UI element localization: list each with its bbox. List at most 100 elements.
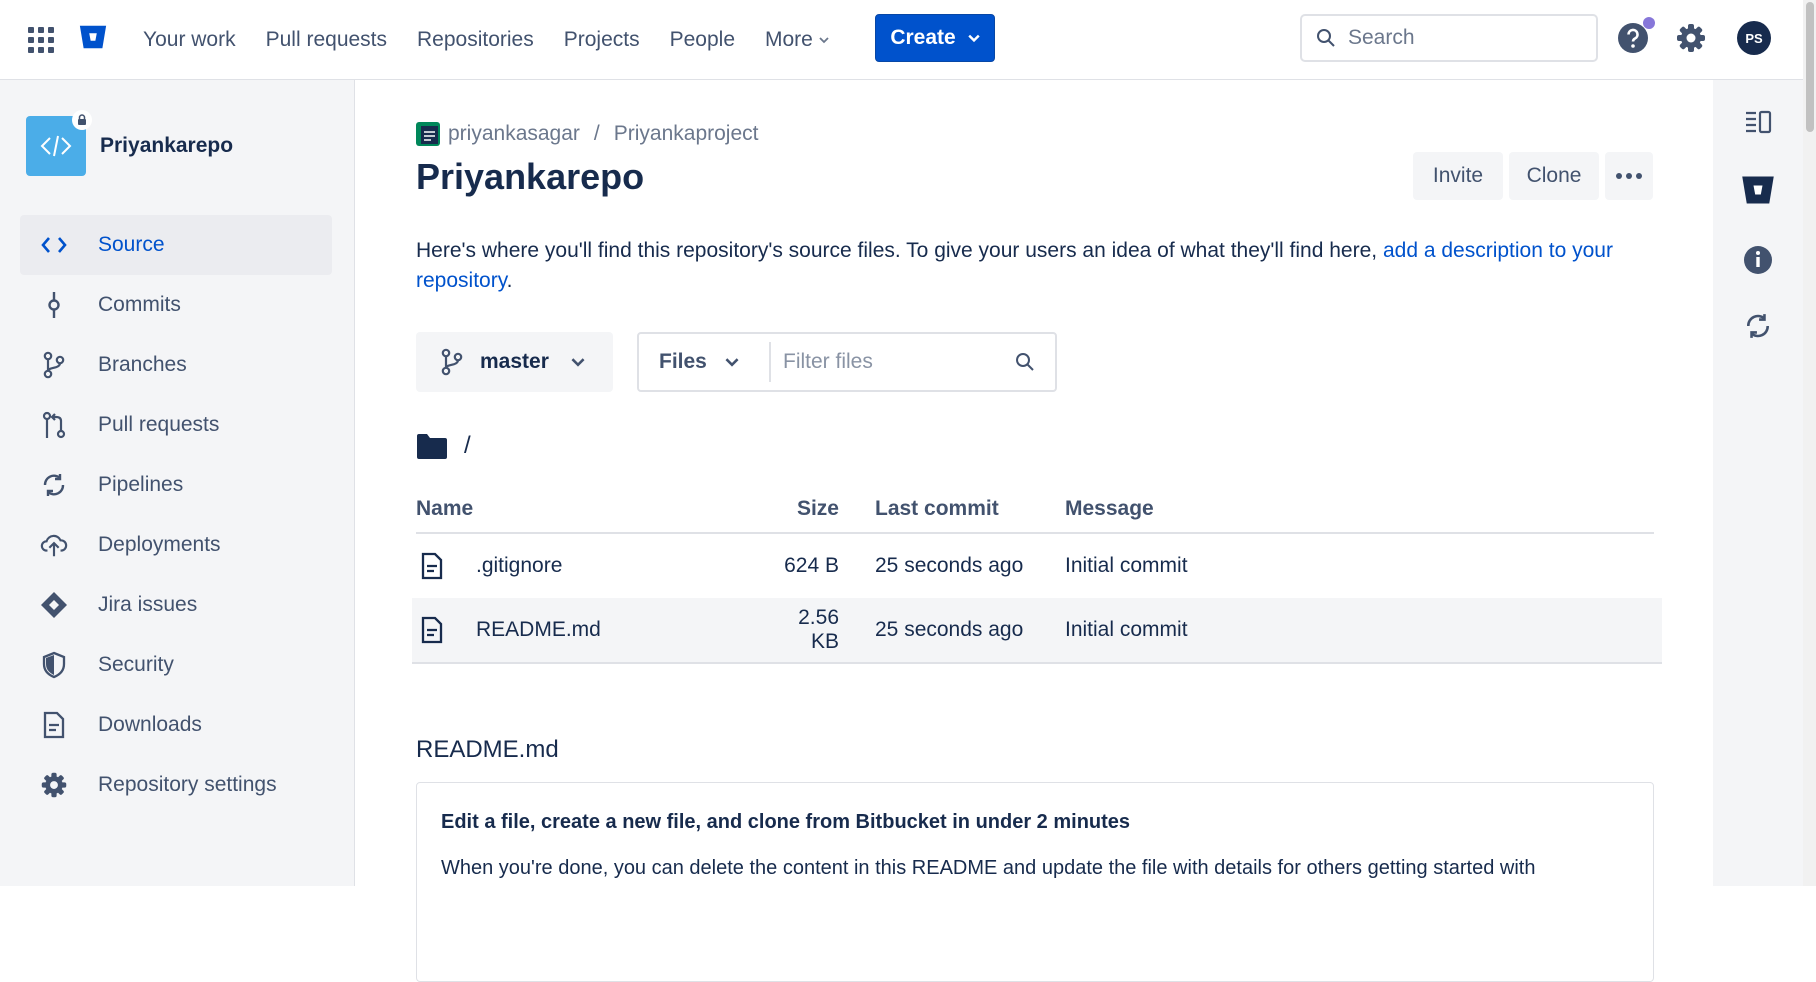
lock-icon [72, 110, 92, 130]
table-row[interactable]: .gitignore 624 B 25 seconds ago Initial … [416, 534, 1654, 598]
search-input[interactable]: Search [1300, 14, 1598, 62]
shield-icon [40, 651, 68, 679]
page-title: Priyankarepo [416, 156, 645, 197]
sidebar-item-label: Commits [98, 293, 181, 316]
sync-icon[interactable] [1742, 310, 1774, 342]
repo-avatar [26, 110, 92, 176]
jira-icon [40, 591, 68, 619]
header-name: Name [416, 497, 474, 520]
sidebar-toggle-icon[interactable] [1742, 106, 1774, 138]
filter-files-input[interactable] [781, 349, 1015, 375]
more-horizontal-icon [1616, 173, 1642, 179]
repo-name: Priyankarepo [100, 134, 234, 157]
file-name[interactable]: .gitignore [476, 554, 562, 578]
nav-more[interactable]: More [750, 20, 844, 60]
nav-your-work[interactable]: Your work [128, 20, 251, 60]
app-switcher-icon[interactable] [28, 27, 54, 53]
sidebar-item-security[interactable]: Security [20, 635, 332, 695]
search-icon[interactable] [1015, 352, 1035, 372]
bitbucket-icon[interactable] [1738, 170, 1778, 210]
code-icon [40, 231, 68, 259]
file-size: 624 B [784, 554, 839, 577]
sidebar-item-pipelines[interactable]: Pipelines [20, 455, 332, 515]
info-icon[interactable] [1742, 244, 1774, 276]
file-filter: Files [637, 332, 1057, 392]
chevron-down-icon [571, 358, 585, 367]
description-text: Here's where you'll find this repository… [416, 239, 1383, 262]
page-scrollbar[interactable] [1803, 0, 1816, 886]
sidebar-item-pull-requests[interactable]: Pull requests [20, 395, 332, 455]
files-dropdown-label: Files [659, 350, 707, 373]
pipelines-icon [40, 471, 68, 499]
header-message: Message [1065, 497, 1154, 520]
search-placeholder: Search [1348, 26, 1415, 49]
sidebar-item-jira-issues[interactable]: Jira issues [20, 575, 332, 635]
create-button[interactable]: Create [875, 14, 995, 62]
document-icon [40, 711, 68, 739]
branch-name: master [480, 350, 549, 373]
current-path: / [416, 432, 471, 460]
sidebar-item-label: Pull requests [98, 413, 220, 436]
branch-icon [40, 351, 68, 379]
table-row[interactable]: README.md 2.56 KB 25 seconds ago Initial… [412, 598, 1662, 664]
sidebar-item-source[interactable]: Source [20, 215, 332, 275]
settings-gear-icon[interactable] [1675, 22, 1707, 54]
files-dropdown[interactable]: Files [639, 342, 771, 382]
cloud-upload-icon [40, 531, 68, 559]
folder-icon [417, 434, 447, 459]
create-button-label: Create [890, 26, 956, 49]
file-last-commit: 25 seconds ago [875, 554, 1024, 577]
file-table: Name Size Last commit Message .gitignore… [412, 486, 1662, 664]
clone-button[interactable]: Clone [1509, 152, 1599, 200]
repo-header[interactable]: Priyankarepo [26, 110, 234, 176]
chevron-down-icon [819, 37, 829, 44]
description-end: . [506, 269, 513, 292]
bitbucket-logo-icon[interactable] [78, 22, 108, 52]
code-icon [40, 135, 72, 157]
readme-heading: Edit a file, create a new file, and clon… [441, 811, 1131, 833]
repository-sidebar: Priyankarepo Source Commits Branches Pul… [0, 80, 355, 886]
header-size: Size [796, 497, 839, 520]
sidebar-item-label: Jira issues [98, 593, 198, 616]
nav-projects[interactable]: Projects [549, 20, 655, 60]
user-avatar[interactable]: PS [1737, 21, 1771, 55]
breadcrumb: priyankasagar / Priyankaproject [416, 122, 758, 146]
chevron-down-icon [725, 358, 739, 367]
sidebar-item-label: Branches [98, 353, 187, 376]
breadcrumb-project-link[interactable]: Priyankaproject [614, 122, 759, 146]
search-icon [1317, 29, 1335, 47]
breadcrumb-owner-link[interactable]: priyankasagar [448, 122, 580, 146]
pull-request-icon [40, 411, 68, 439]
main-content: priyankasagar / Priyankaproject Priyanka… [356, 80, 1713, 982]
sidebar-item-repository-settings[interactable]: Repository settings [20, 755, 332, 815]
scrollbar-thumb[interactable] [1806, 2, 1814, 132]
nav-pull-requests[interactable]: Pull requests [251, 20, 402, 60]
header-last-commit: Last commit [875, 497, 999, 520]
sidebar-item-label: Security [98, 653, 174, 676]
branch-selector[interactable]: master [416, 332, 613, 392]
table-header: Name Size Last commit Message [416, 486, 1654, 534]
nav-people[interactable]: People [655, 20, 750, 60]
repo-description: Here's where you'll find this repository… [416, 236, 1636, 296]
invite-button[interactable]: Invite [1413, 152, 1503, 200]
nav-more-label: More [765, 28, 813, 51]
gear-icon [40, 771, 68, 799]
more-actions-button[interactable] [1605, 152, 1653, 200]
sidebar-item-deployments[interactable]: Deployments [20, 515, 332, 575]
file-size: 2.56 KB [798, 606, 839, 653]
nav-repositories[interactable]: Repositories [402, 20, 549, 60]
path-label: / [464, 432, 471, 459]
readme-title: README.md [416, 736, 559, 763]
sidebar-item-commits[interactable]: Commits [20, 275, 332, 335]
project-icon [416, 122, 440, 146]
sidebar-item-branches[interactable]: Branches [20, 335, 332, 395]
file-name[interactable]: README.md [476, 618, 601, 642]
file-icon [421, 552, 443, 580]
sidebar-item-label: Repository settings [98, 773, 277, 796]
sidebar-item-label: Source [98, 233, 165, 256]
commit-icon [40, 291, 68, 319]
sidebar-item-downloads[interactable]: Downloads [20, 695, 332, 755]
sidebar-item-label: Deployments [98, 533, 221, 556]
readme-content: Edit a file, create a new file, and clon… [416, 782, 1654, 982]
top-navigation: Your work Pull requests Repositories Pro… [0, 0, 1816, 80]
